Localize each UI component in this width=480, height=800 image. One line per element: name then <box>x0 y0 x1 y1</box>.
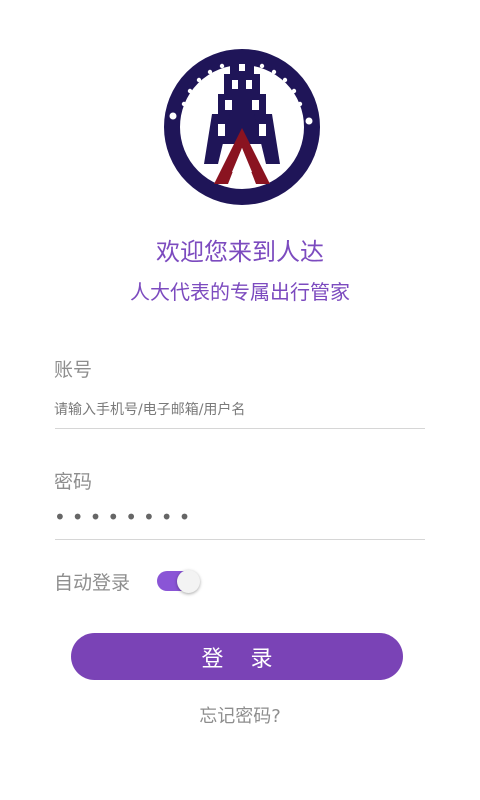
password-label: 密码 <box>54 471 93 493</box>
account-underline <box>55 428 425 429</box>
login-button[interactable]: 登 录 <box>71 633 403 680</box>
auto-login-toggle[interactable] <box>157 570 201 594</box>
password-underline <box>55 539 425 540</box>
welcome-title: 欢迎您来到人达 <box>156 238 324 266</box>
account-label: 账号 <box>54 359 93 381</box>
welcome-subtitle: 人大代表的专属出行管家 <box>130 280 350 304</box>
auto-login-label: 自动登录 <box>54 572 131 594</box>
toggle-thumb <box>177 570 200 593</box>
account-input[interactable] <box>54 398 424 422</box>
password-input[interactable] <box>54 504 424 530</box>
app-logo <box>162 44 322 206</box>
forgot-password-link[interactable]: 忘记密码? <box>0 702 480 728</box>
